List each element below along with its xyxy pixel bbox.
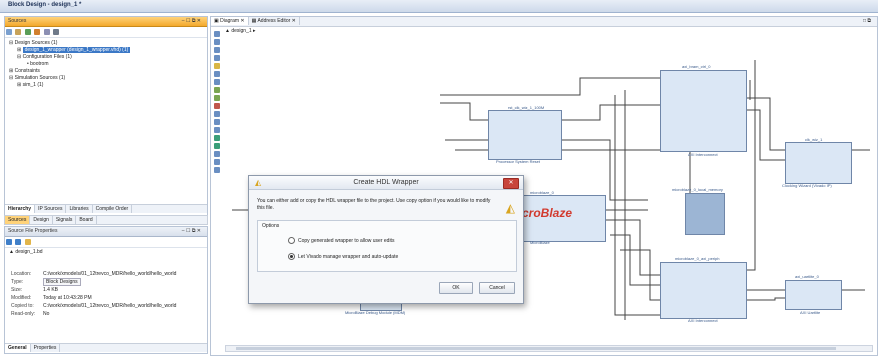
- block-rst-caption: Processor System Reset: [496, 159, 541, 164]
- block-clk-wiz-name: clk_wiz_1: [805, 137, 823, 142]
- block-axi-bram-caption: AXI Interconnect: [688, 152, 718, 157]
- radio-copy[interactable]: [288, 237, 295, 244]
- block-axi-periph[interactable]: [660, 262, 747, 319]
- dialog-title: Create HDL Wrapper: [353, 179, 419, 186]
- options-group: Options Copy generated wrapper to allow …: [257, 220, 517, 272]
- radio-manage[interactable]: [288, 253, 295, 260]
- option-copy-wrapper[interactable]: Copy generated wrapper to allow user edi…: [288, 237, 394, 244]
- block-microblaze-name: microblaze_0: [530, 190, 554, 195]
- block-microblaze-caption: MicroBlaze: [530, 240, 550, 245]
- block-uartlite-name: axi_uartlite_0: [795, 274, 819, 279]
- block-local-memory[interactable]: [685, 193, 725, 235]
- block-clk-wiz[interactable]: [785, 142, 852, 184]
- block-uartlite-caption: AXI Uartlite: [800, 310, 821, 315]
- block-local-memory-name: microblaze_0_local_memory: [672, 187, 723, 192]
- block-axi-periph-name: microblaze_0_axi_periph: [675, 256, 720, 261]
- vivado-logo-icon: ◭: [505, 201, 515, 215]
- microblaze-logo: croBlaze: [522, 206, 573, 220]
- dialog-titlebar: ◭ Create HDL Wrapper ✕: [249, 176, 523, 190]
- block-axi-periph-caption: AXI Interconnect: [688, 318, 718, 323]
- close-button[interactable]: ✕: [503, 178, 519, 189]
- block-clk-wiz-caption: Clocking Wizard (Vivado IP): [782, 183, 832, 188]
- block-uartlite[interactable]: [785, 280, 842, 310]
- cancel-button[interactable]: Cancel: [479, 282, 515, 294]
- ok-button[interactable]: OK: [439, 282, 473, 294]
- dialog-message: You can either add or copy the HDL wrapp…: [257, 198, 491, 211]
- options-label: Options: [262, 223, 280, 229]
- block-axi-bram-name: axi_bram_ctrl_0: [682, 64, 711, 69]
- block-rst-clk-wiz[interactable]: [488, 110, 562, 160]
- create-hdl-wrapper-dialog: ◭ Create HDL Wrapper ✕ You can either ad…: [248, 175, 524, 304]
- block-axi-bram[interactable]: [660, 70, 747, 152]
- block-rst-name: rst_clk_wiz_1_100M: [508, 105, 545, 110]
- option-vivado-manage[interactable]: Let Vivado manage wrapper and auto-updat…: [288, 253, 398, 260]
- block-mdm-caption: MicroBlaze Debug Module (MDM): [345, 310, 406, 315]
